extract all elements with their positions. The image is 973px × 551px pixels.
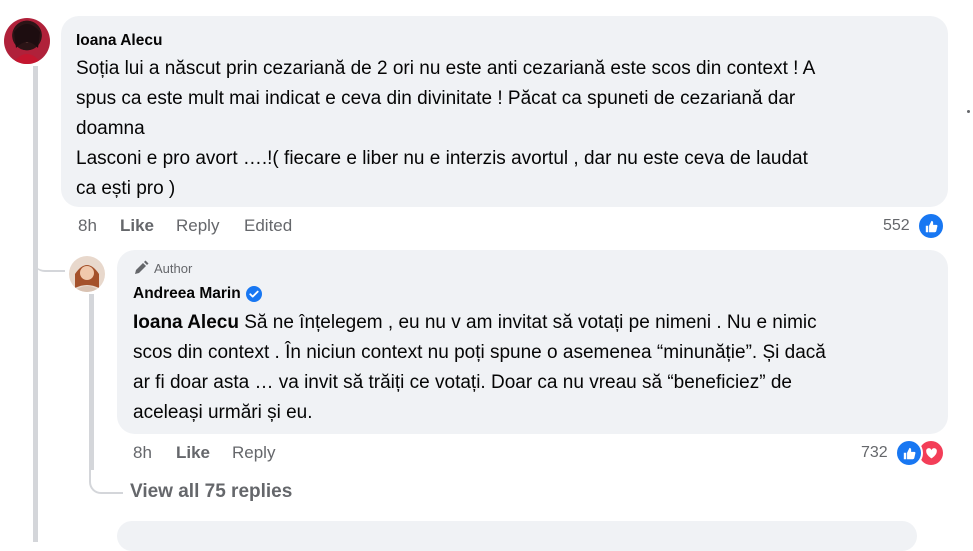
thumbs-up-icon [903, 447, 915, 459]
reply-button[interactable]: Reply [176, 216, 219, 236]
reply-line-rest: Să ne înțelegem , eu nu v am invitat să … [238, 312, 817, 333]
reply-line: Ioana Alecu Să ne înțelegem , eu nu v am… [133, 308, 945, 338]
reply-line: ar fi doar asta … va invit să trăiți ce … [133, 372, 792, 393]
comment-line: doamna [76, 118, 145, 139]
like-icon[interactable] [917, 212, 945, 240]
reply-reaction-count[interactable]: 732 [861, 444, 888, 462]
like-button[interactable]: Like [120, 216, 154, 236]
avatar-andreea-marin[interactable] [69, 256, 105, 292]
reply-line: scos din context . În niciun context nu … [133, 342, 826, 363]
author-pen-icon [135, 260, 149, 274]
comment-bubble-ioana: Ioana Alecu Soția lui a născut prin ceza… [61, 16, 948, 207]
thumbs-up-icon [925, 220, 937, 232]
reply-text: Ioana Alecu Să ne înțelegem , eu nu v am… [133, 308, 945, 428]
like-label: Like [176, 443, 211, 462]
reaction-count[interactable]: 552 [883, 217, 910, 235]
reply-author-name[interactable]: Andreea Marin [133, 285, 241, 303]
comment-line: Soția lui a născut prin cezariană de 2 o… [76, 58, 816, 79]
more-options-dot[interactable] [967, 110, 970, 113]
reply-time[interactable]: 8h [133, 443, 152, 463]
view-all-replies-link[interactable]: View all 75 replies [130, 481, 292, 503]
next-comment-bubble [117, 521, 917, 551]
avatar-image [73, 265, 101, 292]
mention-link[interactable]: Ioana Alecu [133, 312, 239, 333]
verified-badge-icon [245, 286, 262, 302]
reply-author-row: Andreea Marin [133, 285, 262, 303]
reply-like-button[interactable]: Like [176, 443, 210, 463]
thread-line-reply [89, 294, 94, 470]
thread-connector-reply [33, 250, 65, 272]
comment-time[interactable]: 8h [78, 216, 97, 236]
comment-line: spus ca este mult mai indicat e ceva din… [76, 88, 796, 109]
comment-author-name[interactable]: Ioana Alecu [76, 32, 162, 50]
author-badge: Author [133, 260, 192, 276]
edited-label: Edited [244, 216, 293, 235]
like-label: Like [120, 216, 155, 235]
avatar-image [12, 24, 42, 64]
reply-line: aceleași urmări și eu. [133, 402, 313, 423]
comment-text: Soția lui a născut prin cezariană de 2 o… [76, 54, 946, 204]
avatar-ioana-alecu[interactable] [4, 18, 50, 64]
author-badge-label: Author [154, 260, 193, 276]
comment-line: ca ești pro ) [76, 178, 176, 199]
like-icon[interactable] [895, 439, 923, 467]
reply-bubble-andreea: Author Andreea Marin Ioana Alecu Să ne î… [117, 250, 948, 434]
reply-reply-button[interactable]: Reply [232, 443, 275, 463]
heart-icon [925, 447, 937, 458]
thread-connector-view-replies [89, 464, 123, 494]
comment-line: Lasconi e pro avort ….!( fiecare e liber… [76, 148, 808, 169]
thread-line-main [33, 66, 38, 542]
